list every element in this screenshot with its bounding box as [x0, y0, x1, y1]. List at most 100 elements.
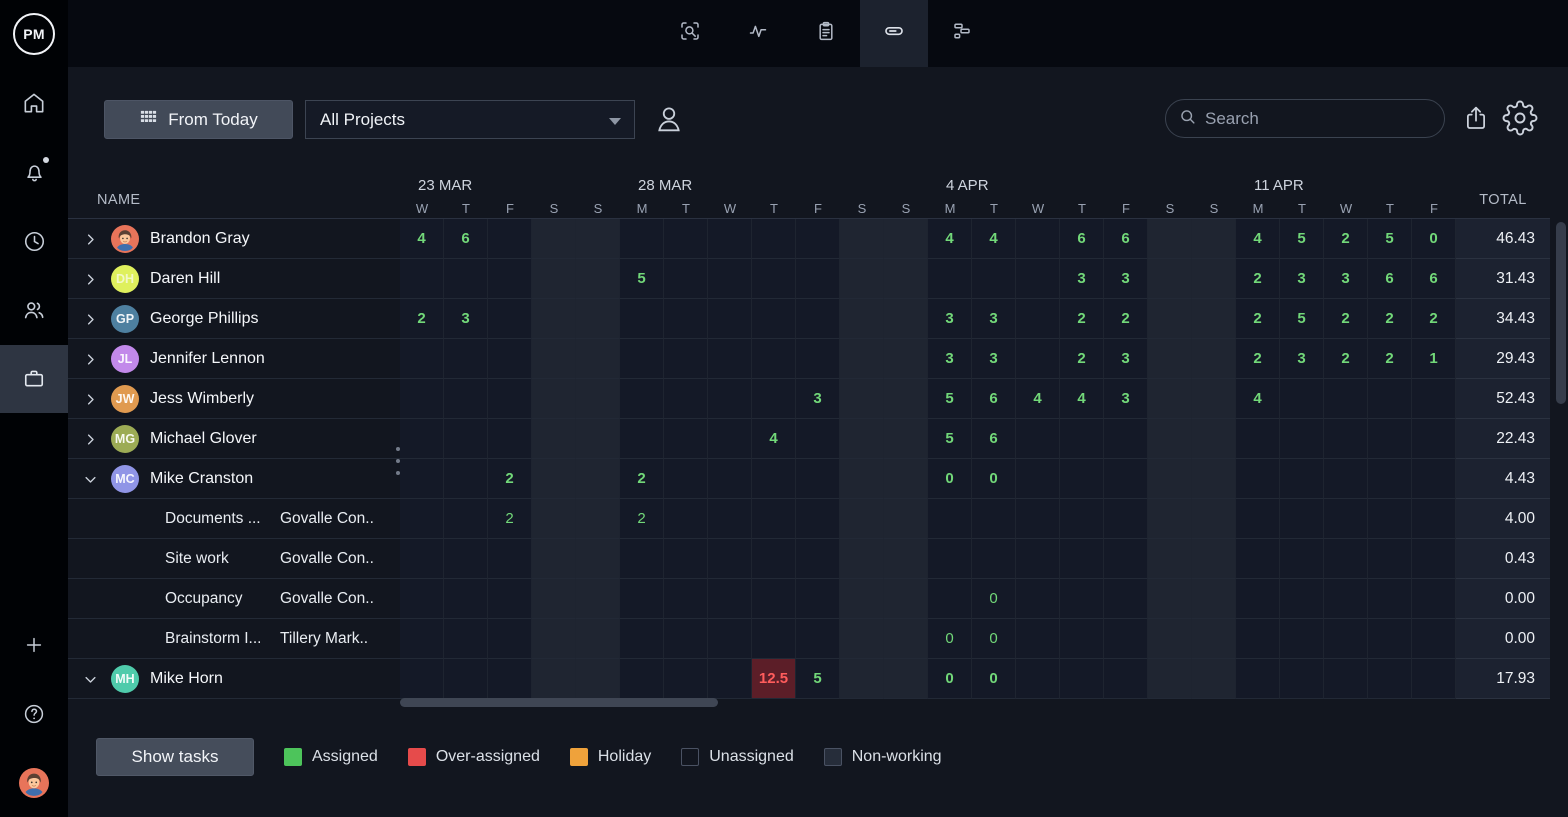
assigned-cell[interactable]: 5: [1280, 219, 1324, 259]
grid-cell[interactable]: [620, 419, 664, 459]
assigned-cell[interactable]: 2: [1324, 299, 1368, 339]
grid-cell[interactable]: [1016, 259, 1060, 299]
assigned-cell[interactable]: 2: [1324, 339, 1368, 379]
grid-cell[interactable]: [576, 339, 620, 379]
grid-cell[interactable]: [796, 619, 840, 659]
from-today-button[interactable]: From Today: [104, 100, 293, 139]
chevron-down-icon[interactable]: [83, 672, 98, 687]
grid-cell[interactable]: [576, 379, 620, 419]
grid-cell[interactable]: [1280, 539, 1324, 579]
assigned-cell[interactable]: 2: [1104, 299, 1148, 339]
grid-cell[interactable]: [444, 659, 488, 699]
resource-name-cell[interactable]: MHMike Horn: [68, 659, 400, 699]
grid-cell[interactable]: [708, 539, 752, 579]
assigned-cell[interactable]: 6: [1060, 219, 1104, 259]
grid-cell[interactable]: [1280, 419, 1324, 459]
grid-cell[interactable]: [1148, 619, 1192, 659]
sidebar-item-home[interactable]: [0, 69, 68, 137]
assigned-cell[interactable]: 0: [972, 619, 1016, 659]
assigned-cell[interactable]: 3: [1280, 339, 1324, 379]
grid-cell[interactable]: [1148, 419, 1192, 459]
grid-cell[interactable]: [1016, 459, 1060, 499]
grid-cell[interactable]: [444, 339, 488, 379]
assigned-cell[interactable]: 6: [1368, 259, 1412, 299]
grid-cell[interactable]: [840, 339, 884, 379]
assigned-cell[interactable]: 0: [1412, 219, 1456, 259]
sidebar-item-add[interactable]: [0, 611, 68, 679]
task-name-cell[interactable]: Documents ...Govalle Con..: [68, 499, 400, 539]
assigned-cell[interactable]: 3: [796, 379, 840, 419]
grid-cell[interactable]: [664, 539, 708, 579]
assigned-cell[interactable]: 4: [972, 219, 1016, 259]
assigned-cell[interactable]: 2: [1236, 299, 1280, 339]
grid-cell[interactable]: [796, 259, 840, 299]
chevron-right-icon[interactable]: [83, 312, 98, 327]
grid-cell[interactable]: [1060, 459, 1104, 499]
grid-cell[interactable]: [1192, 379, 1236, 419]
assigned-cell[interactable]: 4: [1236, 219, 1280, 259]
grid-cell[interactable]: [400, 579, 444, 619]
grid-cell[interactable]: [840, 659, 884, 699]
grid-cell[interactable]: [884, 379, 928, 419]
grid-cell[interactable]: [1192, 619, 1236, 659]
grid-cell[interactable]: [576, 579, 620, 619]
grid-cell[interactable]: [1016, 579, 1060, 619]
grid-cell[interactable]: [532, 339, 576, 379]
settings-button[interactable]: [1502, 99, 1538, 142]
assigned-cell[interactable]: 1: [1412, 339, 1456, 379]
grid-cell[interactable]: [840, 219, 884, 259]
grid-cell[interactable]: [1280, 379, 1324, 419]
grid-cell[interactable]: [532, 219, 576, 259]
grid-cell[interactable]: [488, 219, 532, 259]
grid-cell[interactable]: [1324, 459, 1368, 499]
grid-cell[interactable]: [400, 659, 444, 699]
grid-cell[interactable]: [796, 419, 840, 459]
grid-cell[interactable]: [708, 459, 752, 499]
grid-cell[interactable]: [1148, 299, 1192, 339]
grid-cell[interactable]: [1368, 379, 1412, 419]
assigned-cell[interactable]: 0: [928, 619, 972, 659]
grid-cell[interactable]: [840, 579, 884, 619]
grid-cell[interactable]: [620, 219, 664, 259]
grid-cell[interactable]: [884, 579, 928, 619]
grid-cell[interactable]: [1368, 499, 1412, 539]
grid-cell[interactable]: [752, 499, 796, 539]
grid-cell[interactable]: [928, 259, 972, 299]
grid-cell[interactable]: [708, 219, 752, 259]
grid-cell[interactable]: [488, 259, 532, 299]
grid-cell[interactable]: [664, 259, 708, 299]
grid-cell[interactable]: [1148, 339, 1192, 379]
grid-cell[interactable]: [1412, 659, 1456, 699]
grid-cell[interactable]: [576, 619, 620, 659]
grid-cell[interactable]: [664, 299, 708, 339]
grid-cell[interactable]: [1368, 619, 1412, 659]
resource-name-cell[interactable]: DHDaren Hill: [68, 259, 400, 299]
grid-cell[interactable]: [1060, 539, 1104, 579]
grid-cell[interactable]: [1192, 259, 1236, 299]
assigned-cell[interactable]: 2: [1236, 339, 1280, 379]
grid-cell[interactable]: [1324, 659, 1368, 699]
assigned-cell[interactable]: 2: [400, 299, 444, 339]
grid-cell[interactable]: [1016, 619, 1060, 659]
grid-cell[interactable]: [1016, 419, 1060, 459]
grid-cell[interactable]: [488, 579, 532, 619]
assigned-cell[interactable]: 5: [928, 379, 972, 419]
grid-cell[interactable]: [532, 299, 576, 339]
grid-cell[interactable]: [1104, 659, 1148, 699]
assigned-cell[interactable]: 2: [1060, 339, 1104, 379]
grid-cell[interactable]: [708, 299, 752, 339]
chevron-right-icon[interactable]: [83, 392, 98, 407]
grid-cell[interactable]: [928, 579, 972, 619]
grid-cell[interactable]: [400, 499, 444, 539]
grid-cell[interactable]: [620, 379, 664, 419]
assigned-cell[interactable]: 4: [752, 419, 796, 459]
assigned-cell[interactable]: 2: [1368, 299, 1412, 339]
grid-cell[interactable]: [576, 659, 620, 699]
grid-cell[interactable]: [1280, 459, 1324, 499]
assigned-cell[interactable]: 2: [1368, 339, 1412, 379]
grid-cell[interactable]: [928, 539, 972, 579]
grid-cell[interactable]: [752, 539, 796, 579]
grid-cell[interactable]: [664, 459, 708, 499]
grid-cell[interactable]: [1060, 659, 1104, 699]
assigned-cell[interactable]: 5: [620, 259, 664, 299]
